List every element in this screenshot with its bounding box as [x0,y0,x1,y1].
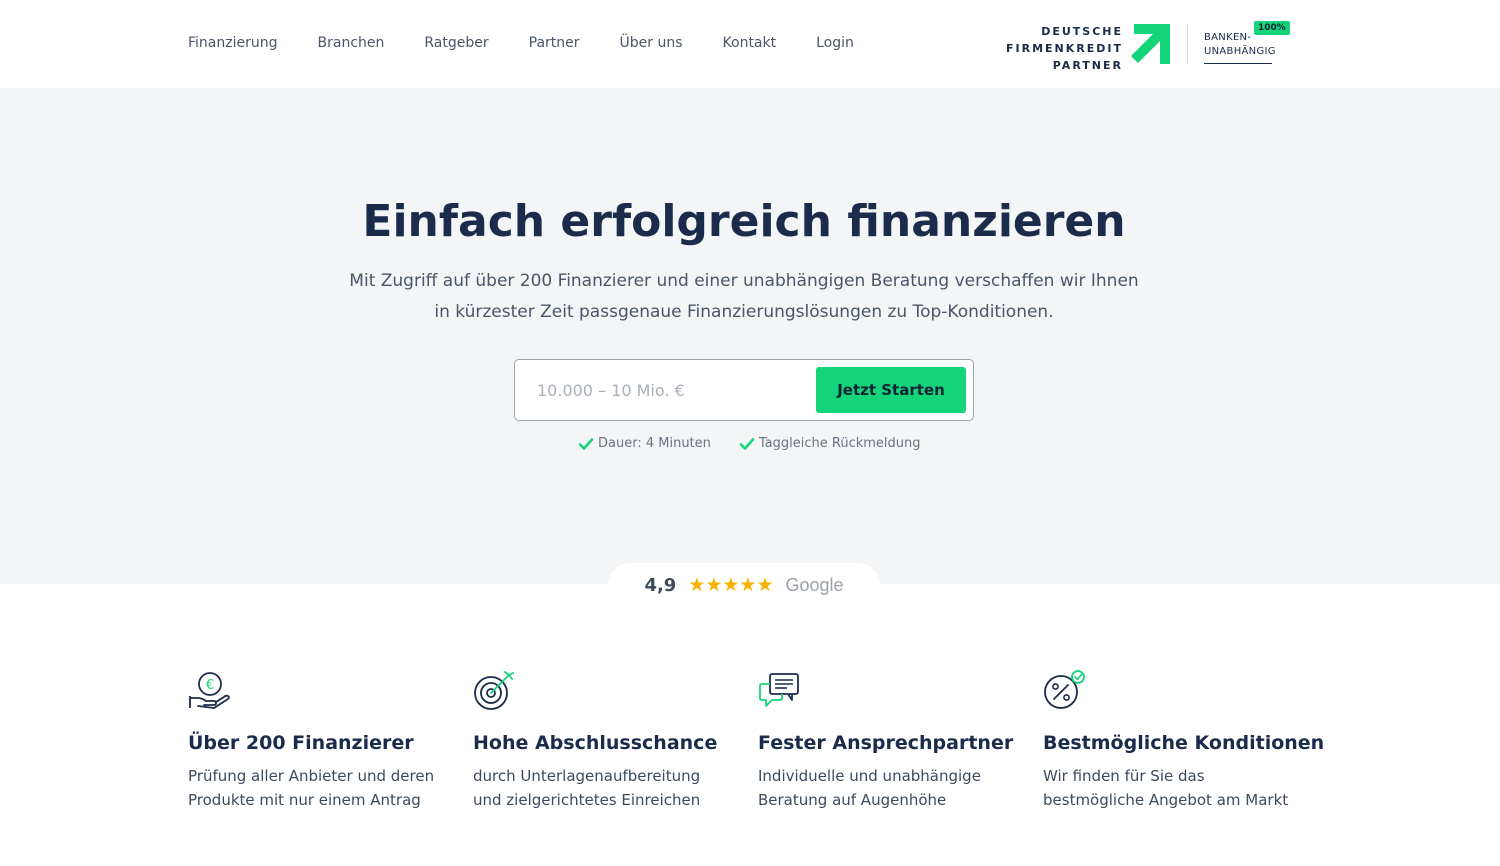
google-rating[interactable]: 4,9 ★★★★★ Google [608,563,880,607]
nav-branchen[interactable]: Branchen [318,33,385,53]
hero-title: Einfach erfolgreich finanzieren [362,196,1126,247]
checkmark-icon [578,438,594,450]
arrow-up-right-icon [1131,24,1170,64]
logo-wordmark: DEUTSCHE FIRMENKREDIT PARTNER [1006,25,1123,72]
feature-title: Bestmögliche Konditionen [1043,732,1325,754]
google-logo: Google [785,574,844,595]
feature-title: Fester Ansprechpartner [758,732,1014,754]
nav-finanzierung[interactable]: Finanzierung [188,33,278,53]
start-button[interactable]: Jetzt Starten [816,367,966,413]
hero-section: Einfach erfolgreich finanzieren Mit Zugr… [0,88,1500,584]
logo-divider [1187,24,1188,64]
svg-text:€: € [206,678,214,693]
benefit-checks: Dauer: 4 Minuten Taggleiche Rückmeldung [578,434,949,454]
amount-input[interactable] [527,370,807,410]
nav-ratgeber[interactable]: Ratgeber [424,33,488,53]
nav-login[interactable]: Login [816,33,854,53]
feature-text: Individuelle und unabhängige Beratung au… [758,767,981,809]
target-icon [474,671,514,710]
feature-title: Hohe Abschlusschance [473,732,718,754]
main-nav: Finanzierung Branchen Ratgeber Partner Ü… [188,33,894,53]
feature-text: Prüfung aller Anbieter und deren Produkt… [188,767,435,809]
amount-form: Jetzt Starten [514,359,974,421]
feature-title: Über 200 Finanzierer [188,732,414,754]
euro-hand-icon: € [189,672,230,709]
brand-logo[interactable]: DEUTSCHE FIRMENKREDIT PARTNER BANKEN- UN… [1003,21,1293,72]
nav-kontakt[interactable]: Kontakt [723,33,777,53]
hundred-percent-badge: 100% [1254,21,1290,35]
feature-item: Fester Ansprechpartner Individuelle und … [758,668,1043,812]
checkmark-icon [739,438,755,450]
feature-text: Wir finden für Sie das bestmögliche Ange… [1043,767,1289,809]
site-header: Finanzierung Branchen Ratgeber Partner Ü… [0,0,1500,88]
feature-item: Hohe Abschlusschance durch Unterlagenauf… [473,668,758,812]
feature-text: durch Unterlagenaufbereitung und zielger… [473,767,701,809]
check-feedback-label: Taggleiche Rückmeldung [758,436,921,451]
features-section: € Über 200 Finanzierer Prüfung aller Anb… [188,668,1328,812]
hero-subtitle: Mit Zugriff auf über 200 Finanzierer und… [349,271,1139,322]
star-rating-icon: ★★★★★ [688,574,774,596]
check-feedback: Taggleiche Rückmeldung [739,434,921,454]
rating-score: 4,9 [644,574,677,596]
nav-partner[interactable]: Partner [529,33,580,53]
feature-item: Bestmögliche Konditionen Wir finden für … [1043,668,1328,812]
feature-item: € Über 200 Finanzierer Prüfung aller Anb… [188,668,473,812]
check-duration: Dauer: 4 Minuten [578,434,711,454]
chat-icon [759,673,799,707]
nav-ueber-uns[interactable]: Über uns [620,33,683,53]
banken-unabhaengig-label: BANKEN- UNABHÄNGIG [1204,31,1275,64]
check-duration-label: Dauer: 4 Minuten [598,436,711,451]
percent-check-icon [1044,670,1085,709]
